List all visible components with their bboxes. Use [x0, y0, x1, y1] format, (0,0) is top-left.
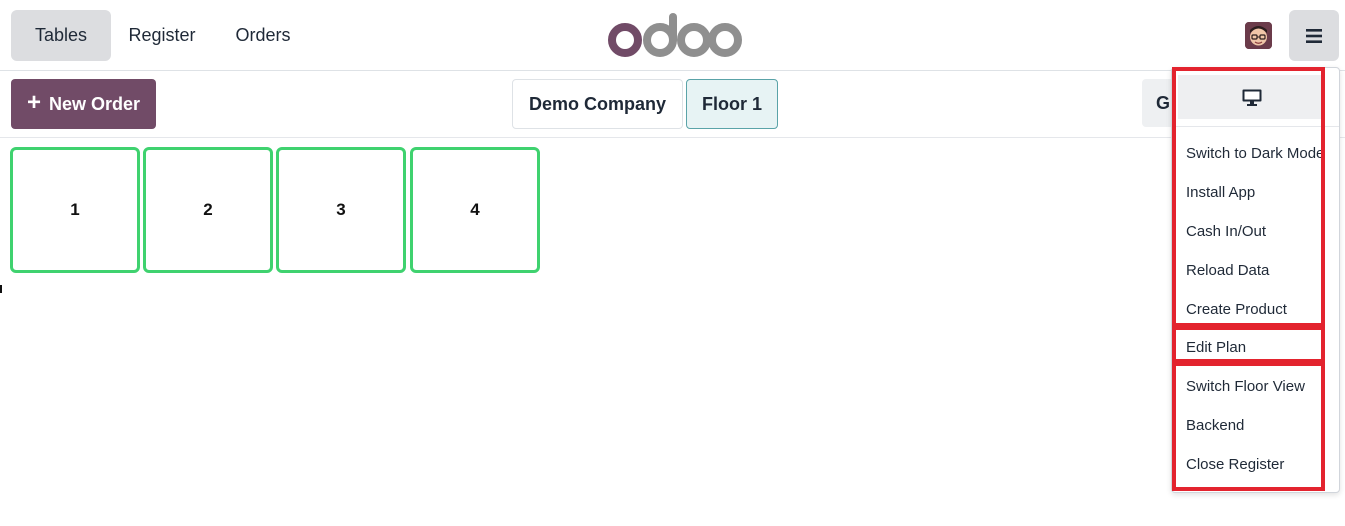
floor-toolbar: + New Order Demo Company Floor 1 G	[0, 71, 1345, 138]
menu-item-close-register[interactable]: Close Register	[1186, 450, 1284, 480]
tab-orders[interactable]: Orders	[218, 10, 308, 61]
menu-item-backend[interactable]: Backend	[1186, 411, 1244, 441]
menu-item-install-app[interactable]: Install App	[1186, 178, 1255, 208]
plus-icon: +	[26, 88, 41, 116]
user-avatar[interactable]	[1245, 22, 1272, 49]
edge-marker	[0, 285, 2, 293]
menu-item-reload-data[interactable]: Reload Data	[1186, 256, 1269, 286]
table-tile[interactable]: 3	[276, 147, 406, 273]
odoo-logo	[608, 13, 742, 57]
table-tile[interactable]: 1	[10, 147, 140, 273]
table-tile[interactable]: 2	[143, 147, 273, 273]
hamburger-icon	[1306, 28, 1322, 43]
company-button[interactable]: Demo Company	[512, 79, 683, 129]
hamburger-menu-button[interactable]	[1289, 10, 1339, 61]
main-menu-dropdown: Switch to Dark Mode Install App Cash In/…	[1171, 67, 1340, 493]
display-mode-button[interactable]	[1178, 75, 1325, 119]
monitor-icon	[1242, 89, 1261, 106]
floor-1-button[interactable]: Floor 1	[686, 79, 778, 129]
tab-register[interactable]: Register	[114, 10, 210, 61]
menu-item-edit-plan[interactable]: Edit Plan	[1186, 333, 1246, 363]
menu-item-create-product[interactable]: Create Product	[1186, 295, 1287, 325]
tab-tables[interactable]: Tables	[11, 10, 111, 61]
top-navbar: Tables Register Orders	[0, 0, 1345, 71]
menu-divider	[1172, 126, 1339, 127]
new-order-label: New Order	[48, 93, 141, 114]
new-order-button[interactable]: + New Order	[11, 79, 156, 129]
menu-item-cash-in-out[interactable]: Cash In/Out	[1186, 217, 1266, 247]
menu-item-dark-mode[interactable]: Switch to Dark Mode	[1186, 139, 1324, 169]
menu-item-switch-floor-view[interactable]: Switch Floor View	[1186, 372, 1305, 402]
table-tile[interactable]: 4	[410, 147, 540, 273]
